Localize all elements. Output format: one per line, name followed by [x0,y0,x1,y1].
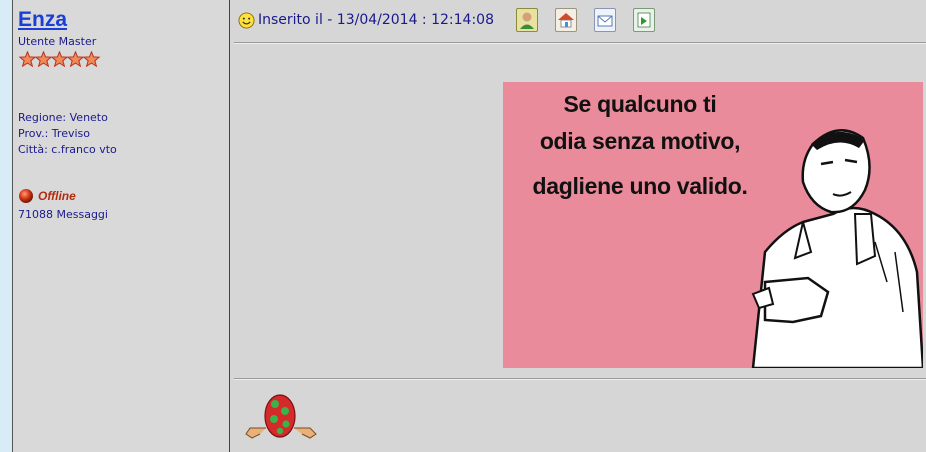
author-city: Città: c.franco vto [18,143,117,156]
email-icon [597,15,613,27]
post-header: Inserito il - 13/04/2014 : 12:14:08 [238,6,672,34]
home-icon [557,13,574,28]
profile-button[interactable] [515,8,538,32]
quote-button[interactable] [632,8,655,32]
author-province: Prov.: Treviso [18,127,90,140]
homepage-button[interactable] [554,8,577,32]
signature-image [240,392,322,450]
quote-icon [637,12,651,28]
post-image: Se qualcuno ti odia senza motivo, daglie… [503,82,923,368]
author-region: Regione: Veneto [18,111,108,124]
pointing-man-illustration [751,129,923,368]
smiley-icon [238,11,255,29]
email-button[interactable] [593,8,616,32]
header-divider [234,42,926,44]
easter-egg-icon [245,394,317,439]
author-name-link[interactable]: Enza [18,8,67,32]
author-rank: Utente Master [18,35,97,48]
rank-stars [18,51,101,67]
online-status: Offline [18,188,76,204]
left-strip [0,0,13,452]
star-icon [82,51,101,67]
signature-divider [234,378,926,380]
post-body: Inserito il - 13/04/2014 : 12:14:08 Se q… [230,0,926,452]
offline-status-icon [19,189,33,203]
profile-icon [519,12,534,29]
post-date: Inserito il - 13/04/2014 : 12:14:08 [258,12,494,28]
message-count: 71088 Messaggi [18,208,108,221]
status-text: Offline [38,189,76,203]
author-panel: Enza Utente Master Regione: Veneto Prov.… [13,0,230,452]
